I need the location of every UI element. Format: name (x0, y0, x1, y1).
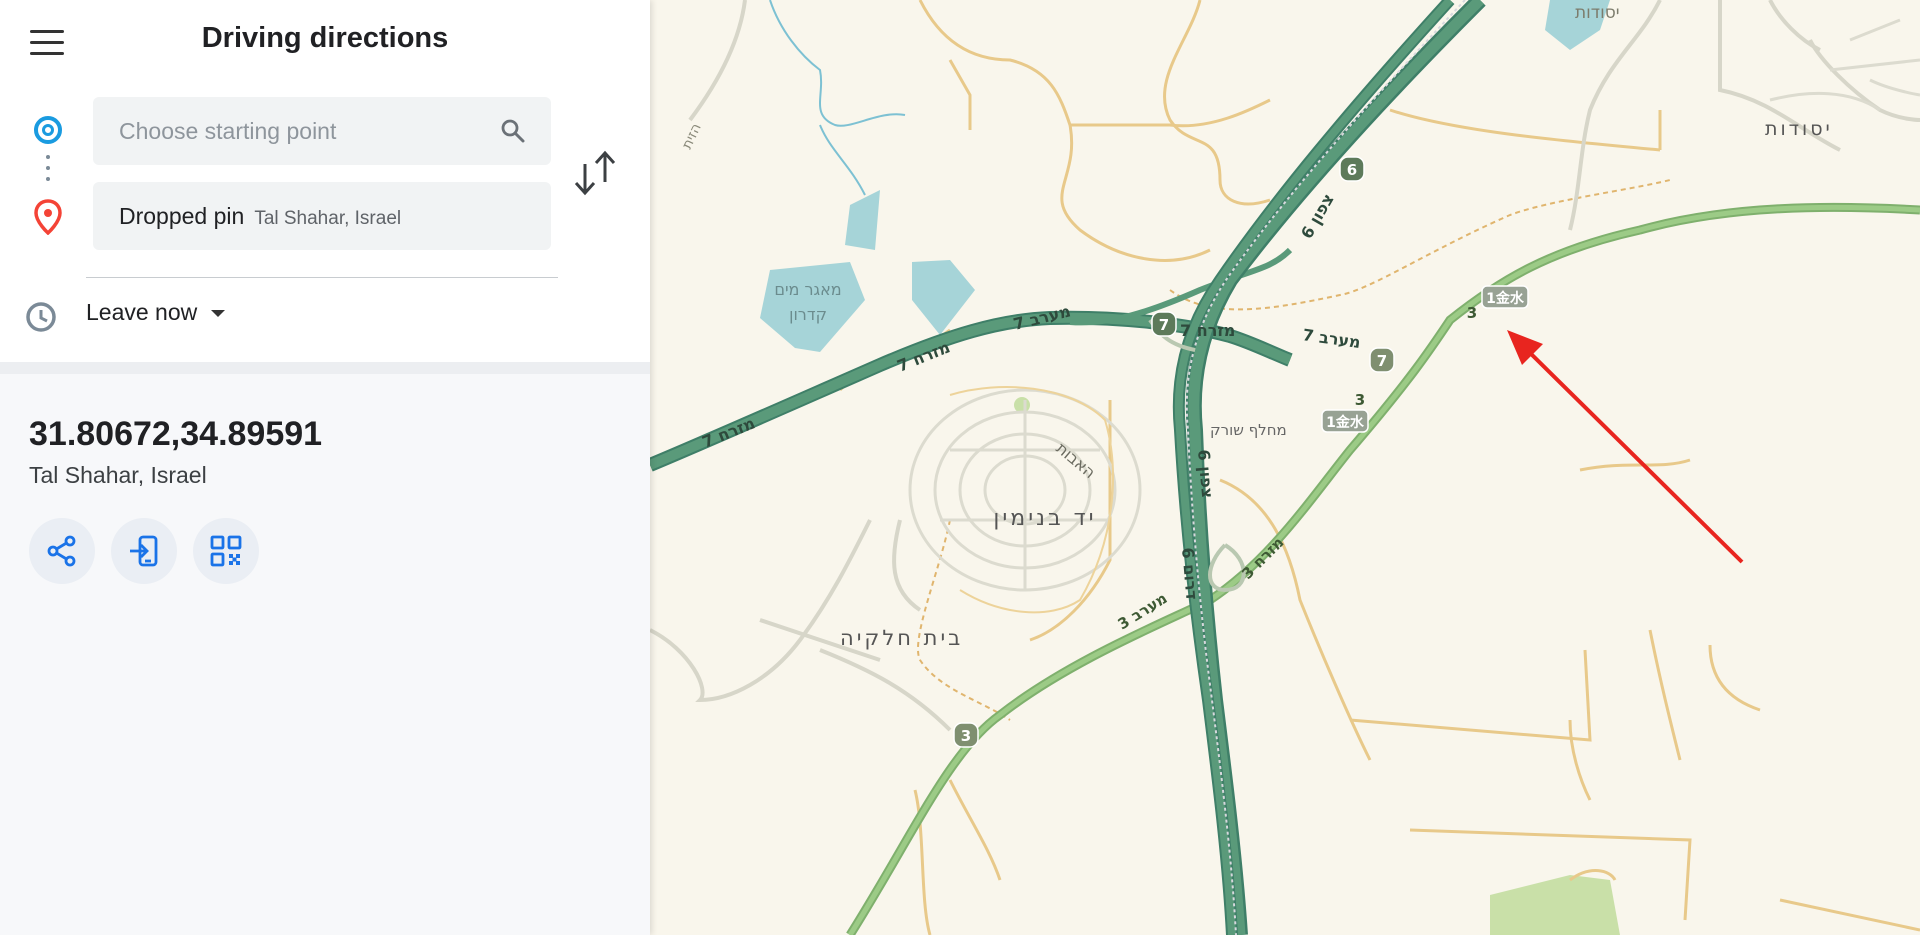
map-canvas[interactable]: יסודות יסודות מאגר מים קדרון האבות יד בנ… (650, 0, 1920, 935)
route-6-road-west-inner (1174, 0, 1453, 935)
label-sorek: מחלף שורק (1210, 421, 1287, 439)
section-separator (0, 362, 650, 374)
qr-code-button[interactable] (193, 518, 259, 584)
route-dots-icon (46, 155, 50, 188)
pond-small-water (845, 190, 880, 250)
send-to-device-button[interactable] (111, 518, 177, 584)
label-haziyt: הזית (679, 121, 705, 152)
shield-hwy-1b: 1金水 (1326, 414, 1365, 431)
directions-panel: Driving directions Choose starting point… (0, 0, 650, 935)
shield-3c: 3 (1355, 391, 1365, 409)
shield-7a: 7 (1159, 316, 1169, 334)
destination-input[interactable]: Dropped pin Tal Shahar, Israel (93, 182, 551, 250)
shield-3b: 3 (1467, 304, 1477, 322)
label-r3-east: 3 מזרח (1238, 533, 1287, 582)
label-yesodot: יסודות (1765, 118, 1833, 140)
shield-7b: 7 (1377, 352, 1387, 370)
label-beit-hilkiya: בית חלקיה (840, 626, 963, 650)
location-pin-icon (34, 199, 62, 235)
starting-point-placeholder: Choose starting point (119, 118, 337, 144)
label-r6-south: 6 דרום (1178, 547, 1201, 601)
label-r7-west-a: 7 מערב (1011, 301, 1072, 334)
leave-now-dropdown[interactable]: Leave now (86, 299, 226, 326)
place-subtitle: Tal Shahar, Israel (29, 462, 207, 488)
clock-icon (26, 302, 56, 332)
minor-roads (838, 0, 1920, 935)
shield-6: 6 (1347, 161, 1357, 179)
send-to-phone-icon (130, 535, 158, 567)
search-icon[interactable] (499, 117, 527, 145)
directions-form: Driving directions Choose starting point… (0, 0, 650, 363)
label-yad-binyamin: יד בנימין (993, 506, 1096, 531)
destination-sublabel: Tal Shahar, Israel (254, 208, 402, 229)
share-button[interactable] (29, 518, 95, 584)
origin-marker-icon (34, 116, 62, 144)
starting-point-input[interactable]: Choose starting point (93, 97, 551, 165)
leave-now-label: Leave now (86, 299, 198, 325)
label-reservoir: מאגר מים (774, 280, 841, 299)
shield-hwy-1a: 1金水 (1486, 290, 1525, 307)
map-svg[interactable]: יסודות יסודות מאגר מים קדרון האבות יד בנ… (650, 0, 1920, 935)
stream (769, 0, 906, 127)
label-r7-east-b: 7 מזרח (699, 413, 757, 451)
label-kidron: קדרון (789, 305, 827, 324)
pond-water (912, 260, 975, 335)
label-r7-west-b: מערב 7 (1301, 325, 1361, 352)
label-haavot: האבות (1052, 439, 1099, 483)
qr-code-icon (210, 535, 242, 567)
coordinates-heading: 31.80672,34.89591 (29, 415, 323, 453)
form-divider (86, 277, 558, 278)
park-area (1490, 875, 1620, 935)
caret-down-icon (211, 310, 226, 318)
annotation-arrow (1507, 330, 1744, 564)
label-yesodot-top: יסודות (1575, 3, 1620, 23)
stream-2 (819, 124, 866, 196)
destination-label: Dropped pin (119, 203, 245, 229)
shield-3a: 3 (961, 727, 971, 745)
swap-arrows-icon[interactable] (574, 150, 618, 196)
share-icon (47, 535, 76, 567)
label-r7-east-c: 7 מזרח (1180, 321, 1235, 340)
yesodot-streets (1769, 18, 1920, 112)
page-title: Driving directions (201, 22, 449, 54)
